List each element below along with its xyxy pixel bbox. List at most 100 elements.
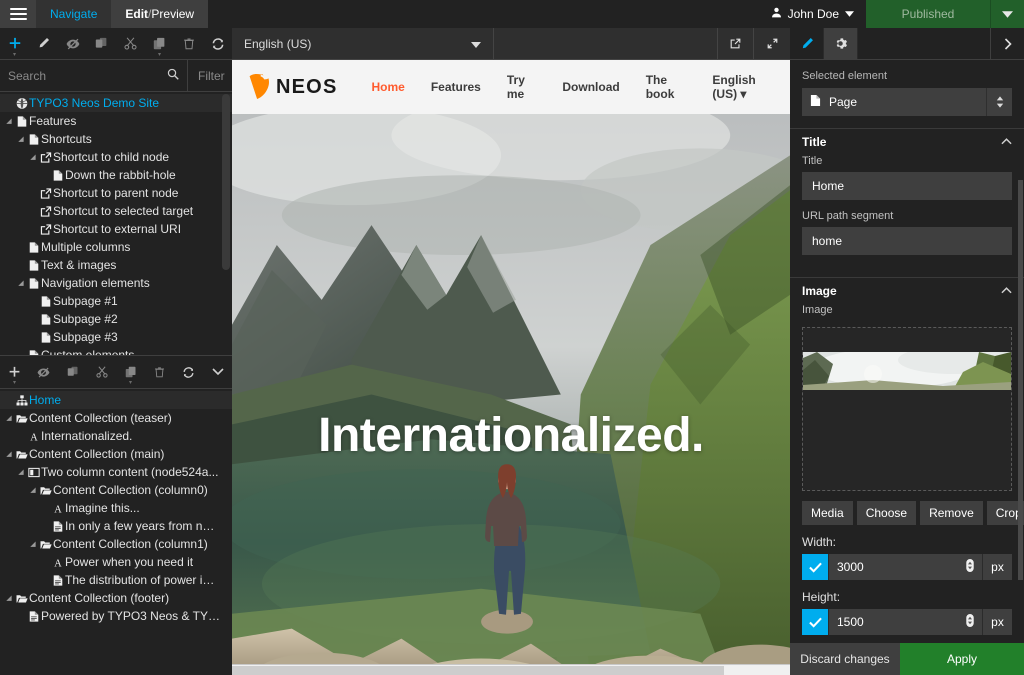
tree-item[interactable]: ◢ Shortcuts — [0, 130, 232, 148]
tree-item[interactable]: Custom elements — [0, 346, 232, 355]
media-button[interactable]: Media — [802, 501, 853, 525]
edit-node-button[interactable] — [29, 28, 58, 60]
tree-item[interactable]: TYPO3 Neos Demo Site — [0, 94, 232, 112]
collapse-structure-button[interactable] — [203, 356, 232, 388]
tree-item[interactable]: ◢ Two column content (node524a... — [0, 463, 232, 481]
tree-expand-arrow[interactable]: ◢ — [16, 468, 26, 476]
tree-item[interactable]: A Imagine this... — [0, 499, 232, 517]
paste-node-button[interactable] — [87, 28, 116, 60]
copy-node-button[interactable]: ▾ — [145, 28, 174, 60]
inspector-scrollbar[interactable] — [1018, 180, 1023, 580]
title-group-header[interactable]: Title — [790, 128, 1024, 155]
copy-content-button[interactable]: ▾ — [116, 356, 145, 388]
cut-node-button[interactable] — [116, 28, 145, 60]
site-nav-item-2[interactable]: Try me — [507, 73, 537, 101]
remove-button[interactable]: Remove — [920, 501, 983, 525]
apply-button[interactable]: Apply — [900, 643, 1024, 675]
tree-item[interactable]: Down the rabbit-hole — [0, 166, 232, 184]
tree-item[interactable]: ◢ Shortcut to child node — [0, 148, 232, 166]
site-nav-item-3[interactable]: Download — [562, 80, 619, 94]
page-tree[interactable]: TYPO3 Neos Demo Site ◢ Features ◢ Shortcuts ◢… — [0, 92, 232, 355]
refresh-tree-button[interactable] — [203, 28, 232, 60]
tree-expand-arrow[interactable]: ◢ — [4, 414, 14, 422]
delete-node-button[interactable] — [174, 28, 203, 60]
tree-item[interactable]: ◢ Navigation elements — [0, 274, 232, 292]
tree-item[interactable]: Shortcut to selected target — [0, 202, 232, 220]
site-nav-item-1[interactable]: Features — [431, 80, 481, 94]
site-preview[interactable]: NEOS Home Features Try me Download The book E… — [232, 60, 790, 675]
delete-content-button[interactable] — [145, 356, 174, 388]
add-content-button[interactable]: ▾ — [0, 356, 29, 388]
site-nav-item-4[interactable]: The book — [646, 73, 687, 101]
tree-expand-arrow[interactable]: ◢ — [16, 135, 26, 143]
publish-button[interactable]: Published — [866, 0, 990, 28]
tree-item[interactable]: ◢ Content Collection (footer) — [0, 589, 232, 607]
open-in-new-window-button[interactable] — [718, 28, 754, 59]
tree-item[interactable]: ◢ Content Collection (column0) — [0, 481, 232, 499]
scrollbar-thumb[interactable] — [232, 666, 724, 675]
tree-item[interactable]: A Internationalized. — [0, 427, 232, 445]
tree-item[interactable]: ◢ Content Collection (column1) — [0, 535, 232, 553]
image-dropzone[interactable] — [802, 327, 1012, 491]
cut-content-button[interactable] — [87, 356, 116, 388]
tree-expand-arrow[interactable]: ◢ — [4, 594, 14, 602]
tree-item[interactable]: ◢ Content Collection (main) — [0, 445, 232, 463]
image-group-header[interactable]: Image — [790, 277, 1024, 304]
height-input-wrap[interactable]: 1500 — [828, 609, 982, 635]
tree-item[interactable]: In only a few years from now, t... — [0, 517, 232, 535]
search-input[interactable] — [8, 68, 163, 83]
site-nav-item-0[interactable]: Home — [371, 80, 404, 94]
sort-updown-icon[interactable] — [986, 88, 1012, 116]
tree-item[interactable]: Powered by TYPO3 Neos & TYP... — [0, 607, 232, 625]
structure-tree[interactable]: Home ◢ Content Collection (teaser) A Interna… — [0, 389, 232, 675]
tree-item[interactable]: Subpage #1 — [0, 292, 232, 310]
selected-element-select[interactable]: Page — [802, 88, 1012, 116]
url-path-input[interactable]: home — [802, 227, 1012, 255]
tree-item[interactable]: Shortcut to parent node — [0, 184, 232, 202]
title-input[interactable]: Home — [802, 172, 1012, 200]
hide-content-button[interactable] — [29, 356, 58, 388]
menu-toggle-button[interactable] — [0, 0, 36, 28]
paste-content-button[interactable] — [58, 356, 87, 388]
tree-expand-arrow[interactable]: ◢ — [28, 486, 38, 494]
tree-item[interactable]: Subpage #3 — [0, 328, 232, 346]
tree-expand-arrow[interactable]: ◢ — [28, 153, 38, 161]
refresh-content-button[interactable] — [174, 356, 203, 388]
tree-item[interactable]: Subpage #2 — [0, 310, 232, 328]
preview-horizontal-scrollbar[interactable] — [232, 664, 790, 675]
publish-dropdown-button[interactable] — [990, 0, 1024, 28]
collapse-inspector-button[interactable] — [990, 28, 1024, 59]
stepper-icon[interactable] — [966, 614, 974, 630]
tree-item[interactable]: Home — [0, 391, 232, 409]
tree-expand-arrow[interactable]: ◢ — [28, 540, 38, 548]
discard-changes-button[interactable]: Discard changes — [790, 643, 900, 675]
tree-item[interactable]: ◢ Content Collection (teaser) — [0, 409, 232, 427]
tree-item[interactable]: ◢ Features — [0, 112, 232, 130]
tree-item[interactable]: Shortcut to external URI — [0, 220, 232, 238]
tree-item[interactable]: The distribution of power in a ci.. — [0, 571, 232, 589]
width-input-wrap[interactable]: 3000 — [828, 554, 982, 580]
tree-item[interactable]: Multiple columns — [0, 238, 232, 256]
tab-edit-preview[interactable]: Edit / Preview — [111, 0, 209, 28]
page-tree-scrollbar[interactable] — [222, 94, 230, 270]
hide-node-button[interactable] — [58, 28, 87, 60]
width-checkbox[interactable] — [802, 554, 828, 580]
search-field[interactable] — [0, 60, 188, 91]
user-menu[interactable]: John Doe — [758, 0, 866, 28]
inspector-settings-tab[interactable] — [824, 28, 858, 59]
tree-expand-arrow[interactable]: ◢ — [4, 450, 14, 458]
site-logo[interactable]: NEOS — [248, 73, 337, 100]
tree-item[interactable]: Text & images — [0, 256, 232, 274]
inspector-edit-tab[interactable] — [790, 28, 824, 59]
language-selector[interactable]: English (US) — [232, 28, 494, 59]
tree-expand-arrow[interactable]: ◢ — [4, 117, 14, 125]
tree-item[interactable]: A Power when you need it — [0, 553, 232, 571]
height-checkbox[interactable] — [802, 609, 828, 635]
stepper-icon[interactable] — [966, 559, 974, 575]
site-nav-item-5[interactable]: English (US) ▾ — [712, 73, 774, 101]
choose-button[interactable]: Choose — [856, 501, 917, 525]
tab-navigate[interactable]: Navigate — [36, 0, 112, 28]
add-node-button[interactable]: ▾ — [0, 28, 29, 60]
tree-expand-arrow[interactable]: ◢ — [16, 279, 26, 287]
fullscreen-button[interactable] — [754, 28, 790, 59]
